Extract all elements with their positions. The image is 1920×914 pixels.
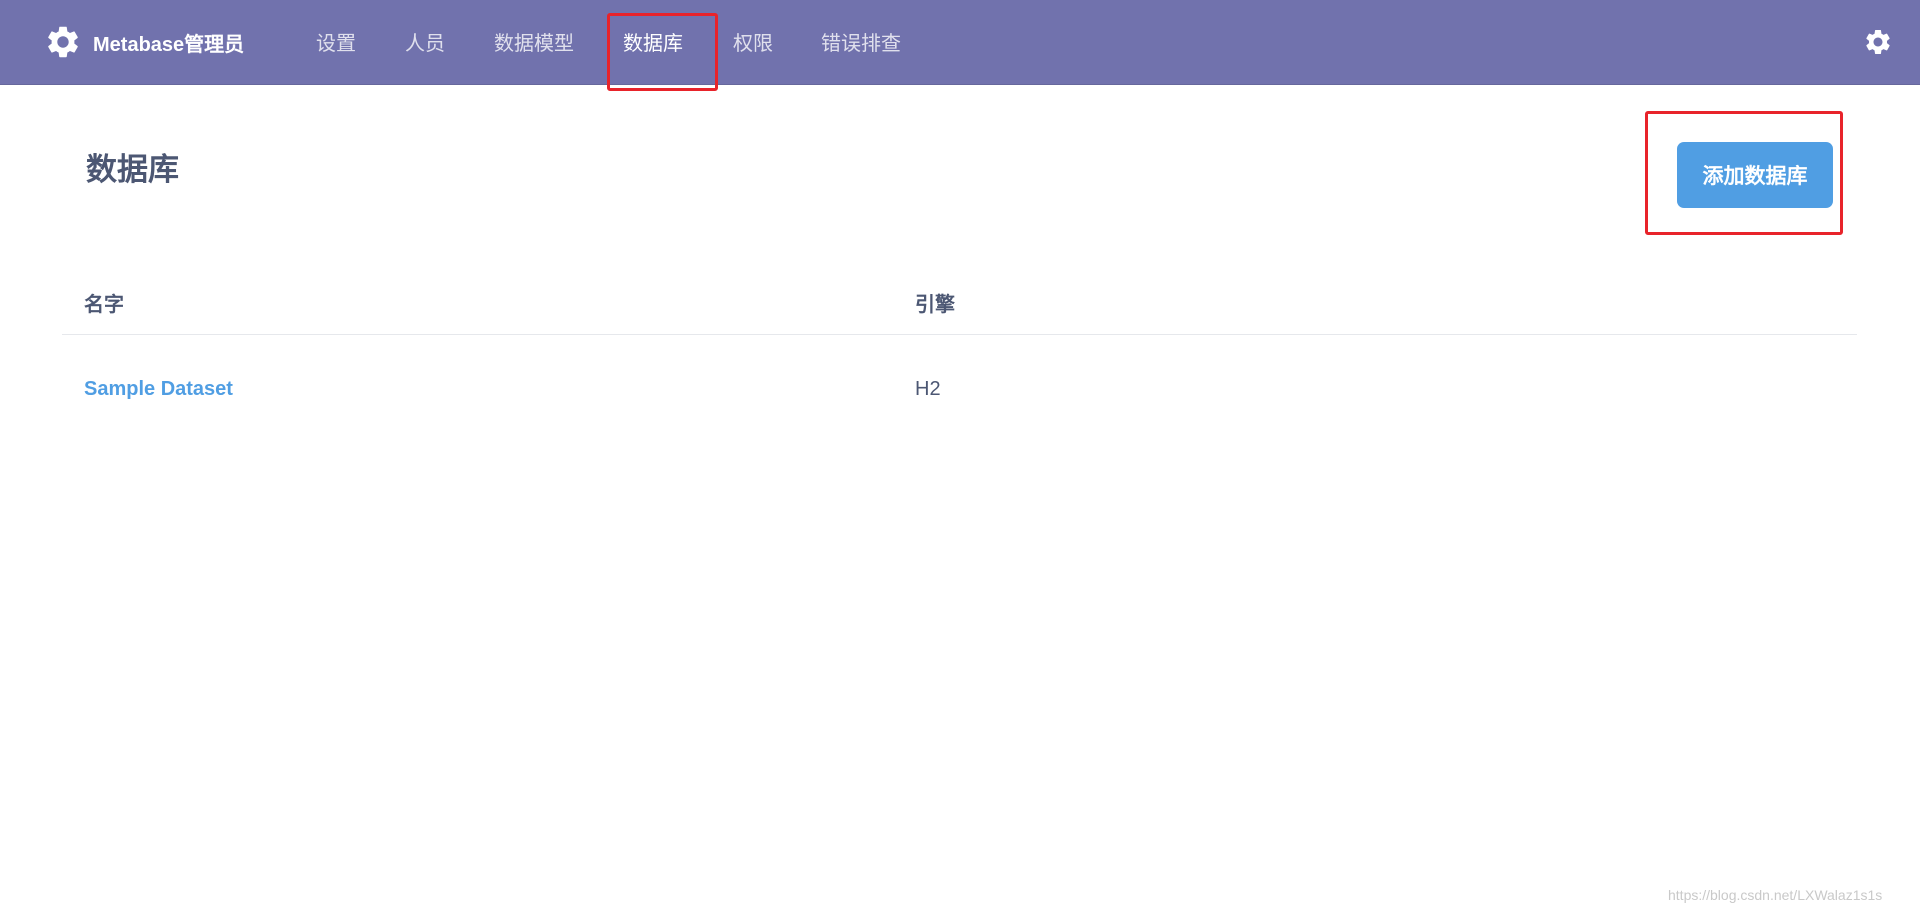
page: Metabase管理员 设置 人员 数据模型 数据库 权限 错误排查 数据库 添… [0, 0, 1920, 914]
nav-settings[interactable]: 设置 [316, 30, 356, 58]
gear-icon [48, 26, 78, 58]
watermark: https://blog.csdn.net/LXWalaz1s1s [1668, 887, 1883, 903]
column-header-engine: 引擎 [915, 294, 955, 316]
table-header-divider [62, 334, 1857, 335]
page-title: 数据库 [86, 152, 179, 187]
add-database-button[interactable]: 添加数据库 [1677, 142, 1833, 208]
database-name-link[interactable]: Sample Dataset [84, 378, 233, 401]
brand[interactable]: Metabase管理员 [44, 22, 244, 62]
top-navbar: Metabase管理员 设置 人员 数据模型 数据库 权限 错误排查 [0, 0, 1920, 85]
nav-permissions[interactable]: 权限 [733, 30, 773, 58]
nav-troubleshooting[interactable]: 错误排查 [821, 30, 901, 58]
column-header-name: 名字 [84, 294, 124, 316]
database-engine: H2 [915, 378, 941, 400]
settings-gear-icon[interactable] [1863, 27, 1893, 57]
brand-label: Metabase管理员 [93, 33, 245, 56]
nav-people[interactable]: 人员 [405, 30, 445, 58]
nav-databases[interactable]: 数据库 [623, 30, 683, 58]
nav-data-model[interactable]: 数据模型 [494, 30, 574, 58]
